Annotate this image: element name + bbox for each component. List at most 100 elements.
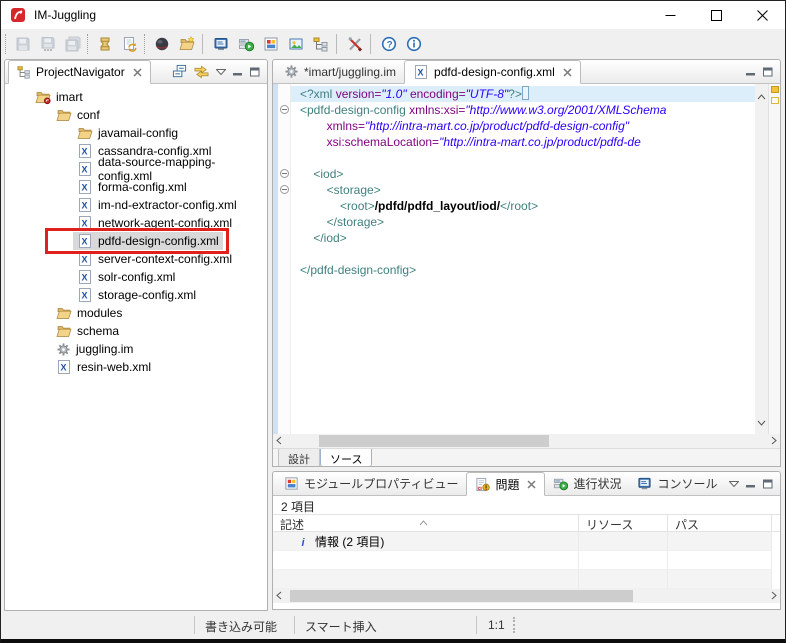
code-line: <iod> [300, 166, 755, 182]
module-view-button[interactable] [258, 32, 283, 56]
editor-horizontal-scrollbar[interactable] [273, 434, 780, 448]
view-tab-item[interactable]: モジュールプロパティビュー [276, 472, 466, 495]
fold-collapse-icon[interactable] [280, 185, 289, 194]
statusbar-item: 1:1 [488, 618, 505, 632]
statusbar-grip [513, 617, 515, 633]
image-view-button[interactable] [283, 32, 308, 56]
save-button[interactable] [10, 32, 35, 56]
tree-item-label: conf [77, 108, 100, 122]
fold-collapse-icon[interactable] [280, 105, 289, 114]
svg-text:?: ? [386, 39, 392, 50]
xml-source-editor[interactable]: <?xml version="1.0" encoding="UTF-8"?><p… [291, 84, 755, 434]
hierarchy-view-button[interactable] [308, 32, 333, 56]
editor-tab-pdfd-design-config-xml[interactable]: Xpdfd-design-config.xml [404, 60, 581, 84]
tree-item-conf[interactable]: conf [5, 106, 267, 124]
view-menu-icon[interactable] [729, 481, 739, 487]
help-button[interactable]: ? [376, 32, 401, 56]
maximize-button[interactable] [693, 1, 739, 29]
svg-text:X: X [61, 363, 67, 373]
tab-project-navigator[interactable]: ProjectNavigator [8, 60, 151, 84]
minimize-view-button[interactable] [746, 67, 756, 77]
column-header-item[interactable]: パス [668, 515, 772, 531]
maximize-view-button[interactable] [250, 67, 260, 77]
text-cursor [522, 86, 529, 100]
editor-tab-imart-juggling-im[interactable]: *imart/juggling.im [276, 60, 404, 83]
tree-item-schema[interactable]: schema [5, 322, 267, 340]
tree-item-im-nd-extractor-config-xml[interactable]: Xim-nd-extractor-config.xml [5, 196, 267, 214]
view-tab-item[interactable]: 進行状況 [545, 472, 629, 495]
close-icon[interactable] [527, 480, 536, 489]
tree-item-label: imart [56, 90, 83, 104]
scroll-right-icon[interactable] [771, 587, 777, 605]
code-line [300, 150, 755, 166]
page-tab-item[interactable]: 設計 [278, 449, 320, 467]
tree-item-modules[interactable]: modules [5, 304, 267, 322]
tree-item-juggling-im[interactable]: juggling.im [5, 340, 267, 358]
editor-page-tabs: 設計ソース [273, 448, 780, 467]
tree-item-javamail-config[interactable]: javamail-config [5, 124, 267, 142]
project-tree[interactable]: imartconfjavamail-configXcassandra-confi… [5, 84, 267, 611]
xml-refresh-button[interactable] [117, 32, 142, 56]
tree-item-solr-config-xml[interactable]: Xsolr-config.xml [5, 268, 267, 286]
close-button[interactable] [739, 1, 785, 29]
scrollbar-thumb[interactable] [319, 435, 549, 447]
editor-tab-label: pdfd-design-config.xml [434, 65, 555, 79]
tree-item-data-source-mapping-config-xml[interactable]: Xdata-source-mapping-config.xml [5, 160, 267, 178]
progress-icon [553, 476, 568, 491]
scroll-left-icon[interactable] [276, 587, 282, 605]
console-view-button[interactable] [208, 32, 233, 56]
project-icon [35, 89, 51, 105]
fold-collapse-icon[interactable] [280, 169, 289, 178]
view-menu-icon[interactable] [216, 69, 226, 75]
minimize-view-button[interactable] [746, 479, 756, 489]
code-line: </pdfd-design-config> [300, 262, 755, 278]
link-with-editor-button[interactable] [194, 64, 209, 79]
editor-area: *imart/juggling.imXpdfd-design-config.xm… [272, 59, 781, 467]
close-icon[interactable] [133, 68, 142, 77]
tree-item-label: schema [77, 324, 119, 338]
occurrence-marker-icon[interactable] [771, 97, 779, 104]
column-header-item[interactable]: リソース [579, 515, 668, 531]
scroll-right-icon[interactable] [771, 432, 777, 450]
tree-item-resin-web-xml[interactable]: Xresin-web.xml [5, 358, 267, 376]
minimize-view-button[interactable] [233, 67, 243, 77]
view-tab-item[interactable]: 問題 [466, 472, 545, 496]
editor-vertical-scrollbar[interactable] [755, 84, 768, 434]
problem-row[interactable]: i 情報 (2 項目) [273, 532, 780, 551]
tree-item-storage-config-xml[interactable]: Xstorage-config.xml [5, 286, 267, 304]
statusbar-separator [476, 616, 477, 634]
code-line: xsi:schemaLocation="http://intra-mart.co… [300, 134, 755, 150]
problems-summary: 2 項目 [273, 496, 780, 514]
svg-text:X: X [82, 147, 88, 157]
xml-file-icon: X [77, 197, 93, 213]
close-icon[interactable] [563, 68, 572, 77]
view-tab-item[interactable]: コンソール [629, 472, 725, 495]
save-as-button[interactable] [35, 32, 60, 56]
progress-view-button[interactable] [233, 32, 258, 56]
tree-item-server-context-config-xml[interactable]: Xserver-context-config.xml [5, 250, 267, 268]
folder-icon [56, 305, 72, 321]
new-folder-button[interactable] [174, 32, 199, 56]
juggling-ball-button[interactable] [149, 32, 174, 56]
maximize-view-button[interactable] [763, 67, 773, 77]
statusbar-separator [294, 616, 295, 634]
tools-button[interactable] [342, 32, 367, 56]
tree-item-pdfd-design-config-xml[interactable]: Xpdfd-design-config.xml [5, 232, 267, 250]
minimize-button[interactable] [647, 1, 693, 29]
juggling-package-button[interactable] [92, 32, 117, 56]
maximize-view-button[interactable] [763, 479, 773, 489]
collapse-all-button[interactable] [172, 64, 187, 79]
page-tab-item[interactable]: ソース [320, 449, 372, 467]
about-button[interactable] [401, 32, 426, 56]
tree-item-network-agent-config-xml[interactable]: Xnetwork-agent-config.xml [5, 214, 267, 232]
problems-horizontal-scrollbar[interactable] [273, 589, 780, 603]
info-icon: i [299, 535, 309, 548]
problem-row-label: 情報 (2 項目) [315, 533, 384, 550]
tree-item-imart[interactable]: imart [5, 88, 267, 106]
save-all-button[interactable] [60, 32, 85, 56]
scroll-down-icon[interactable] [757, 413, 766, 431]
scroll-up-icon[interactable] [757, 87, 766, 105]
scrollbar-thumb[interactable] [290, 590, 633, 602]
occurrence-marker-icon[interactable] [771, 86, 779, 93]
scroll-left-icon[interactable] [276, 432, 282, 450]
